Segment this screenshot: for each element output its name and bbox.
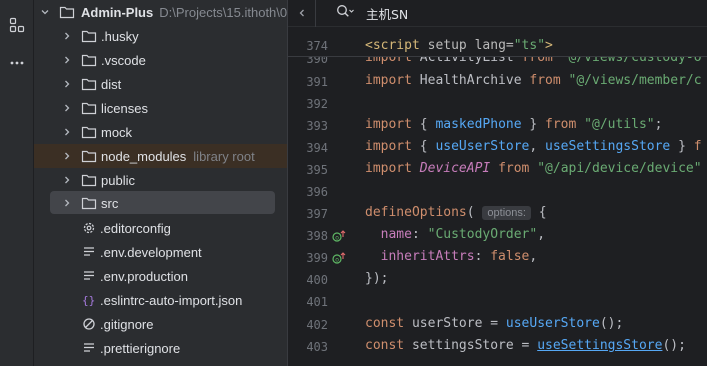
tree-item-label: src <box>101 195 119 211</box>
line-number: 396 <box>306 185 328 199</box>
chevron-right-icon[interactable] <box>62 79 72 89</box>
line-number: 401 <box>306 295 328 309</box>
search-field[interactable]: 主机SN <box>336 4 408 23</box>
chevron-right-icon[interactable] <box>62 103 72 113</box>
tree-item-husky[interactable]: .husky <box>62 24 287 48</box>
folder-icon <box>81 172 97 188</box>
svg-text:o: o <box>335 235 339 242</box>
code-line-400[interactable]: }); <box>365 271 388 286</box>
project-root[interactable]: Admin-Plus D:\Projects\15.ithoth\0 <box>40 0 287 24</box>
structure-icon[interactable] <box>5 13 29 37</box>
line-number: 392 <box>306 97 328 111</box>
code-line-395[interactable]: import DeviceAPI from "@/api/device/devi… <box>365 161 702 176</box>
sticky-code: <script setup lang="ts"> <box>365 38 553 53</box>
ignore-file-icon <box>81 316 97 332</box>
tree-item-label: .env.production <box>100 268 188 284</box>
tree-item-label: .vscode <box>101 52 146 68</box>
code-line-398[interactable]: name: "CustodyOrder", <box>365 227 545 242</box>
svg-text:{}: {} <box>82 294 95 307</box>
json-file-icon: {} <box>81 292 97 308</box>
tree-item-editorconfig[interactable]: .editorconfig <box>81 216 287 240</box>
text-file-icon <box>81 268 97 284</box>
line-number: 394 <box>306 141 328 155</box>
tree-item-label: .editorconfig <box>100 220 171 236</box>
code-line-393[interactable]: import { maskedPhone } from "@/utils"; <box>365 117 662 132</box>
tree-item-label: .husky <box>101 28 139 44</box>
code-line-402[interactable]: const userStore = useUserStore(); <box>365 316 623 331</box>
tree-item-prettierignore[interactable]: .prettierignore <box>81 336 287 360</box>
chevron-right-icon[interactable] <box>62 55 72 65</box>
tree-item-label: .eslintrc-auto-import.json <box>100 292 243 308</box>
tree-item-env-development[interactable]: .env.development <box>81 240 287 264</box>
line-number: 399 <box>306 251 328 265</box>
folder-icon <box>81 76 97 92</box>
line-number: 391 <box>306 75 328 89</box>
code-line-399[interactable]: inheritAttrs: false, <box>365 249 538 264</box>
tree-item-label: dist <box>101 76 122 92</box>
tree-item-label: node_modules <box>101 148 187 164</box>
project-tree: Admin-Plus D:\Projects\15.ithoth\0 .husk… <box>34 0 287 366</box>
svg-text:o: o <box>335 257 339 264</box>
line-number: 393 <box>306 119 328 133</box>
tree-item-public[interactable]: public <box>62 168 287 192</box>
parameter-hint: options: <box>482 206 531 220</box>
folder-icon <box>81 52 97 68</box>
search-input[interactable]: 主机SN <box>366 4 408 23</box>
search-icon[interactable] <box>336 4 354 23</box>
chevron-down-icon[interactable] <box>40 7 50 17</box>
collapse-panel-button[interactable] <box>288 0 316 27</box>
chevron-right-icon[interactable] <box>62 151 72 161</box>
folder-icon <box>81 148 97 164</box>
project-root-path: D:\Projects\15.ithoth\0 <box>159 4 287 20</box>
chevron-right-icon[interactable] <box>62 198 72 208</box>
folder-icon <box>81 28 97 44</box>
folder-icon <box>81 195 97 211</box>
tree-item-label: .prettierignore <box>100 340 181 356</box>
tree-item-label: licenses <box>101 100 148 116</box>
more-icon[interactable] <box>5 51 29 75</box>
tree-item-licenses[interactable]: licenses <box>62 96 287 120</box>
tree-item-env-production[interactable]: .env.production <box>81 264 287 288</box>
line-number: 402 <box>306 318 328 332</box>
line-number: 397 <box>306 207 328 221</box>
chevron-right-icon[interactable] <box>62 127 72 137</box>
project-root-name: Admin-Plus <box>81 4 154 20</box>
tree-item-mock[interactable]: mock <box>62 120 287 144</box>
gear-icon <box>81 220 97 236</box>
folder-icon <box>81 100 97 116</box>
tree-item-node-modules[interactable]: node_modules library root <box>34 144 287 168</box>
library-root-hint: library root <box>193 148 255 164</box>
tree-item-gitignore[interactable]: .gitignore <box>81 312 287 336</box>
tree-item-dist[interactable]: dist <box>62 72 287 96</box>
folder-icon <box>59 4 75 20</box>
override-icon[interactable]: o <box>332 229 346 243</box>
tree-item-label: public <box>101 172 135 188</box>
sticky-scroll-header[interactable]: 374 <script setup lang="ts"> <box>288 35 707 57</box>
tree-item-eslintrc[interactable]: {} .eslintrc-auto-import.json <box>81 288 287 312</box>
code-line-403[interactable]: const settingsStore = useSettingsStore()… <box>365 338 686 353</box>
chevron-right-icon[interactable] <box>62 175 72 185</box>
code-line-394[interactable]: import { useUserStore, useSettingsStore … <box>365 139 702 154</box>
text-file-icon <box>81 340 97 356</box>
line-number: 374 <box>306 39 328 53</box>
code-line-391[interactable]: import HealthArchive from "@/views/membe… <box>365 73 702 88</box>
tree-item-src[interactable]: src <box>62 191 287 215</box>
folder-icon <box>81 124 97 140</box>
override-icon[interactable]: o <box>332 251 346 265</box>
chevron-right-icon[interactable] <box>62 31 72 41</box>
activity-bar <box>0 0 34 366</box>
tree-item-label: mock <box>101 124 133 140</box>
line-number: 400 <box>306 273 328 287</box>
tree-item-vscode[interactable]: .vscode <box>62 48 287 72</box>
tree-item-label: .env.development <box>100 244 202 260</box>
line-number: 395 <box>306 163 328 177</box>
code-editor[interactable]: 主机SN 390 import ActivityList from "@/vie… <box>287 0 707 366</box>
line-number: 403 <box>306 340 328 354</box>
editor-toolbar: 主机SN <box>288 0 707 27</box>
code-line-397[interactable]: defineOptions( options: { <box>365 205 547 220</box>
tree-item-label: .gitignore <box>100 316 154 332</box>
line-number: 398 <box>306 229 328 243</box>
text-file-icon <box>81 244 97 260</box>
